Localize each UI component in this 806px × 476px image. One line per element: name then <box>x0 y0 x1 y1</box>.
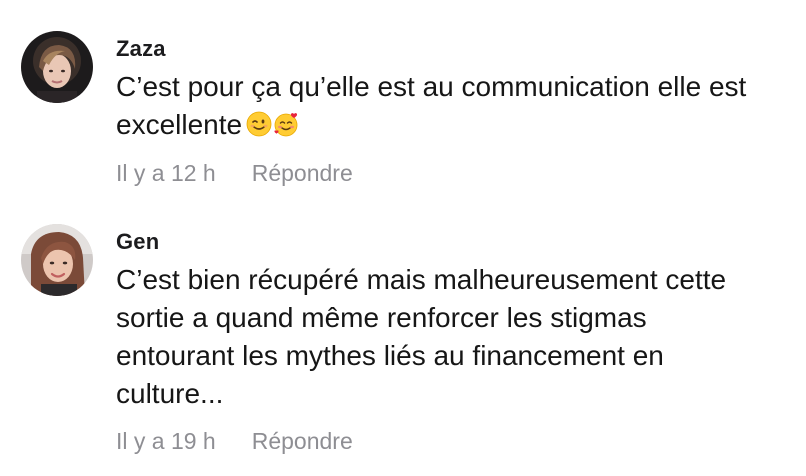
reply-button[interactable]: Répondre <box>252 160 353 187</box>
wink-emoji-icon <box>246 109 272 137</box>
comment-text-line: C’est bien récupéré mais malheureusement… <box>116 264 727 295</box>
comment-timestamp: Il y a 12 h <box>116 160 216 186</box>
comment-text-line: C’est pour ça qu’elle est au communicati… <box>116 71 747 102</box>
user-avatar-icon <box>21 224 93 296</box>
user-avatar-icon <box>21 31 93 103</box>
comment-timestamp: Il y a 19 h <box>116 428 216 454</box>
comment-text-line: sortie a quand même renforcer les stigma… <box>116 302 647 333</box>
avatar[interactable] <box>21 224 93 296</box>
reply-button[interactable]: Répondre <box>252 428 353 455</box>
comment-text-line: culture... <box>116 378 224 409</box>
avatar[interactable] <box>21 31 93 103</box>
comment-username[interactable]: Zaza <box>116 36 166 62</box>
comment-text-line: excellente <box>116 106 796 144</box>
smiling-face-with-hearts-icon <box>273 109 299 137</box>
comment-meta: Il y a 12 h Répondre <box>116 160 353 187</box>
comment-username[interactable]: Gen <box>116 229 159 255</box>
comment-text: C’est pour ça qu’elle est au communicati… <box>116 68 796 144</box>
comment-text-line: entourant les mythes liés au financement… <box>116 340 664 371</box>
comment-meta: Il y a 19 h Répondre <box>116 428 353 455</box>
comment-text: C’est bien récupéré mais malheureusement… <box>116 261 796 413</box>
